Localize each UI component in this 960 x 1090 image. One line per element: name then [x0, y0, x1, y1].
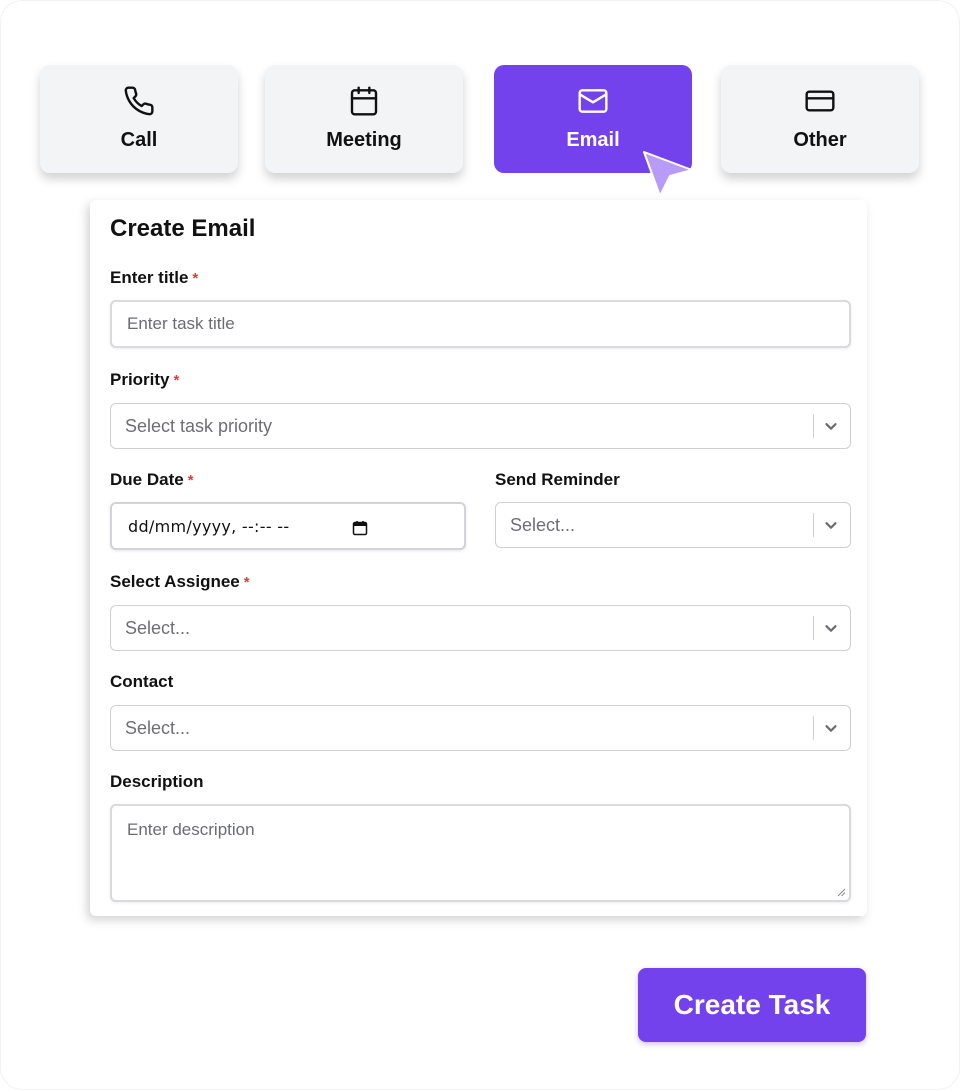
chevron-down-icon[interactable] — [822, 417, 840, 435]
description-placeholder: Enter description — [127, 820, 255, 839]
priority-select[interactable]: Select task priority — [110, 403, 851, 449]
required-mark: * — [187, 472, 194, 489]
assignee-label-text: Select Assignee — [110, 572, 240, 591]
required-mark: * — [173, 372, 180, 389]
contact-label: Contact — [110, 672, 174, 691]
tab-other-label: Other — [793, 129, 847, 151]
mail-icon — [577, 85, 609, 117]
tab-call-label: Call — [120, 129, 158, 151]
tab-other[interactable]: Other — [721, 65, 919, 173]
priority-label-text: Priority — [110, 370, 170, 389]
select-separator — [813, 616, 814, 640]
priority-label: Priority * — [110, 370, 179, 390]
due-date-label: Due Date * — [110, 470, 194, 490]
tab-call[interactable]: Call — [40, 65, 238, 173]
send-reminder-label: Send Reminder — [495, 470, 620, 489]
task-type-tabs: Call Meeting Email Other — [0, 0, 960, 200]
required-mark: * — [243, 574, 250, 591]
assignee-placeholder: Select... — [125, 617, 191, 638]
pointer-cursor-icon — [643, 151, 693, 197]
priority-select-placeholder: Select task priority — [125, 415, 273, 436]
due-date-label-text: Due Date — [110, 470, 184, 489]
description-label: Description — [110, 772, 204, 791]
assignee-select[interactable]: Select... — [110, 605, 851, 651]
title-input-placeholder: Enter task title — [127, 314, 235, 333]
tab-meeting-label: Meeting — [326, 129, 402, 151]
tab-email-label: Email — [566, 129, 620, 151]
title-label-text: Enter title — [110, 268, 189, 287]
tab-meeting[interactable]: Meeting — [265, 65, 463, 173]
chevron-down-icon[interactable] — [822, 516, 840, 534]
resize-grip-icon[interactable] — [836, 887, 846, 897]
chevron-down-icon[interactable] — [822, 619, 840, 637]
chevron-down-icon[interactable] — [822, 719, 840, 737]
calendar-picker-icon[interactable] — [352, 520, 368, 536]
phone-icon — [123, 85, 155, 117]
due-date-value: dd/mm/yyyy, --:-- -- — [128, 516, 290, 536]
create-task-button[interactable]: Create Task — [638, 968, 866, 1042]
select-separator — [813, 716, 814, 740]
card-icon — [804, 85, 836, 117]
title-input[interactable]: Enter task title — [110, 300, 851, 348]
required-mark: * — [192, 270, 199, 287]
due-date-input[interactable]: dd/mm/yyyy, --:-- -- — [110, 502, 466, 550]
select-separator — [813, 414, 814, 438]
form-title: Create Email — [110, 215, 256, 242]
description-textarea[interactable]: Enter description — [110, 804, 851, 902]
calendar-icon — [348, 85, 380, 117]
contact-select[interactable]: Select... — [110, 705, 851, 751]
title-label: Enter title * — [110, 268, 198, 288]
send-reminder-placeholder: Select... — [510, 514, 576, 535]
select-separator — [813, 513, 814, 537]
contact-placeholder: Select... — [125, 717, 191, 738]
send-reminder-select[interactable]: Select... — [495, 502, 851, 548]
create-task-form: Create Email Enter title * Enter task tit… — [90, 200, 867, 916]
assignee-label: Select Assignee * — [110, 572, 250, 592]
